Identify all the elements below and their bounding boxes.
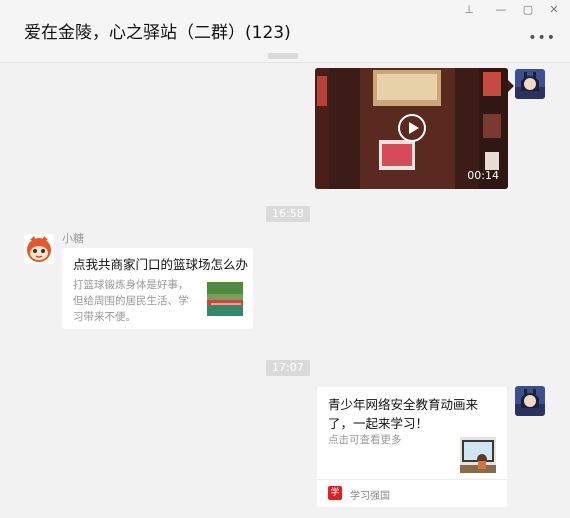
my-avatar[interactable] xyxy=(515,69,545,99)
link-card[interactable]: 青少年网络安全教育动画来了，一起来学习！ 点击可查看更多 学 学习强国 xyxy=(317,387,507,507)
close-button[interactable]: ✕ xyxy=(545,3,563,17)
bubble-caret xyxy=(508,80,514,92)
link-card-footer: 学 学习强国 xyxy=(317,479,507,507)
video-duration: 00:14 xyxy=(467,169,499,182)
time-badge: 16:58 xyxy=(266,206,310,222)
link-card-title: 青少年网络安全教育动画来了，一起来学习！ xyxy=(328,397,479,431)
my-avatar[interactable] xyxy=(515,386,545,416)
link-card-thumbnail xyxy=(207,282,243,316)
xuexi-logo-icon: 学 xyxy=(328,486,342,500)
sender-avatar[interactable] xyxy=(24,234,54,264)
link-card-description: 点击可查看更多 xyxy=(328,434,402,446)
link-card-title: 点我共商家门口的篮球场怎么办 xyxy=(73,257,249,272)
play-icon[interactable] xyxy=(398,114,426,142)
link-card[interactable]: 点我共商家门口的篮球场怎么办 打篮球锻炼身体是好事，但给周围的居民生活、学习带来… xyxy=(62,248,253,329)
video-message[interactable]: 00:14 xyxy=(315,68,508,189)
link-card-source: 学习强国 xyxy=(350,491,390,502)
link-card-thumbnail xyxy=(460,437,496,473)
link-card-description: 打篮球锻炼身体是好事，但给周围的居民生活、学习带来不便。 xyxy=(73,279,189,323)
chat-title: 爱在金陵，心之驿站（二群）(123) xyxy=(24,23,291,43)
time-badge: 17:07 xyxy=(266,360,310,376)
maximize-button[interactable]: ▢ xyxy=(519,3,537,17)
more-options-icon[interactable]: ••• xyxy=(528,30,556,46)
time-badge-partial xyxy=(268,53,298,59)
minimize-button[interactable]: — xyxy=(492,3,510,17)
sender-name: 小糖 xyxy=(62,232,84,245)
pin-icon[interactable]: ⊥ xyxy=(460,3,478,17)
